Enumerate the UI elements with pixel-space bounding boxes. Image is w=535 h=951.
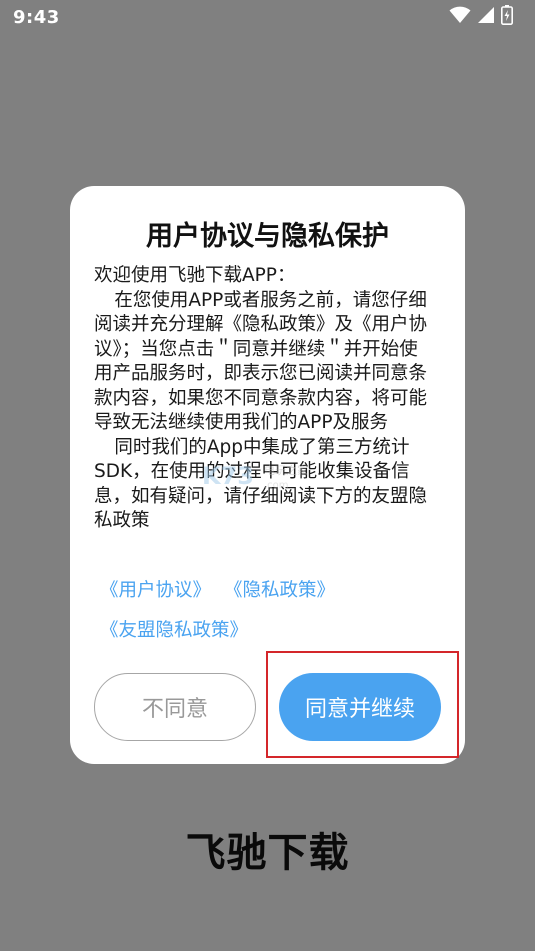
app-name-title: 飞驰下载	[185, 830, 350, 876]
privacy-dialog: 用户协议与隐私保护 欢迎使用飞驰下载APP： 在您使用APP或者服务之前，请您仔…	[70, 186, 465, 764]
privacy-policy-link[interactable]: 《隐私政策》	[224, 576, 335, 602]
disagree-button[interactable]: 不同意	[94, 673, 256, 741]
dialog-body: 欢迎使用飞驰下载APP： 在您使用APP或者服务之前，请您仔细阅读并充分理解《隐…	[94, 264, 434, 534]
umeng-privacy-link[interactable]: 《友盟隐私政策》	[100, 616, 248, 642]
user-agreement-link[interactable]: 《用户协议》	[100, 576, 211, 602]
agree-continue-button[interactable]: 同意并继续	[279, 673, 441, 741]
signal-icon	[477, 6, 495, 28]
status-bar: 9:43	[0, 0, 535, 36]
wifi-icon	[449, 6, 471, 28]
dialog-title: 用户协议与隐私保护	[146, 221, 389, 252]
svg-text:.com: .com	[264, 480, 289, 491]
status-time: 9:43	[13, 7, 60, 28]
greeting-text: 欢迎使用飞驰下载APP：	[94, 265, 296, 286]
status-icons	[449, 5, 513, 29]
svg-text:电玩之家: 电玩之家	[264, 463, 308, 477]
svg-text:K73: K73	[202, 462, 254, 490]
watermark-logo: K73 电玩之家 .com	[202, 462, 308, 491]
battery-icon	[501, 5, 513, 29]
agreement-paragraph: 在您使用APP或者服务之前，请您仔细阅读并充分理解《隐私政策》及《用户协议》；当…	[94, 289, 428, 434]
